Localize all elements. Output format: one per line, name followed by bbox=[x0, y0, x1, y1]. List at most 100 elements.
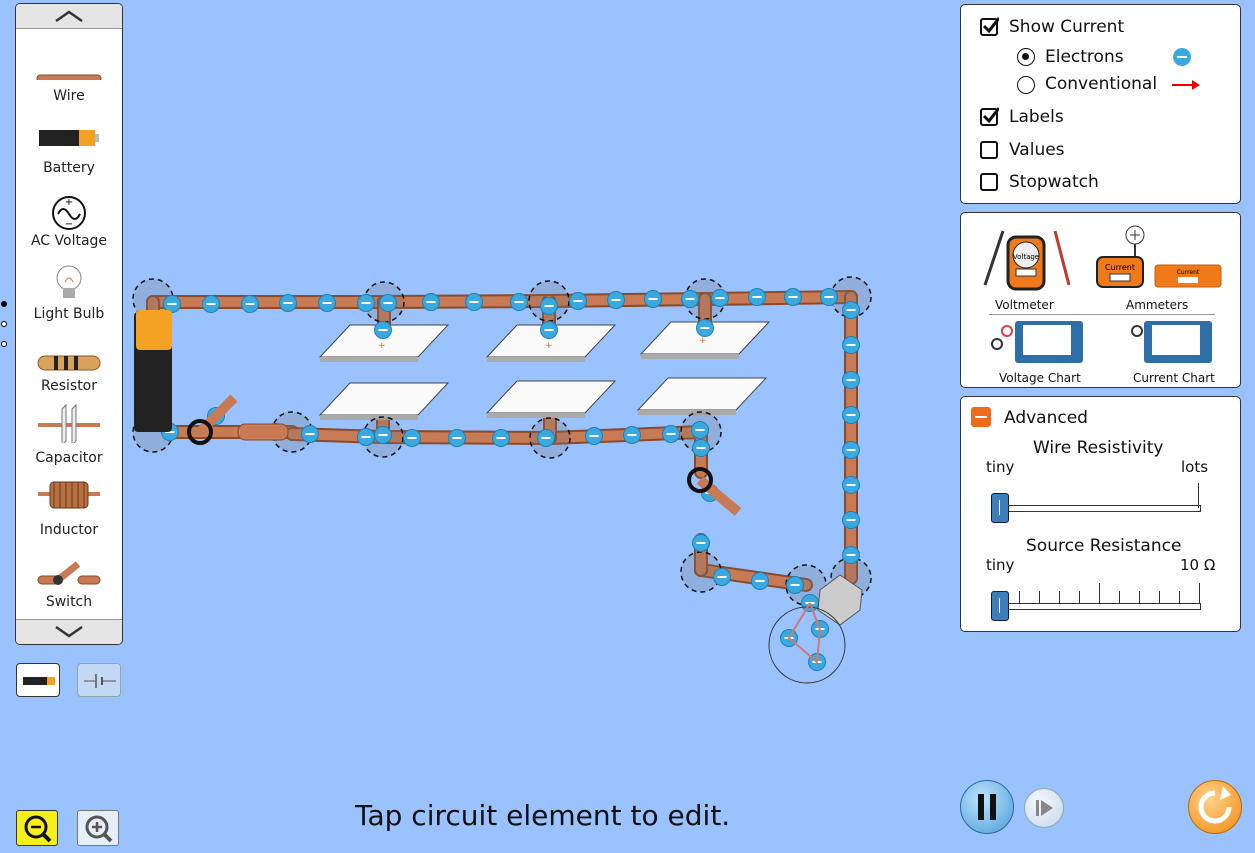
voltage-chart-tool[interactable]: Voltage Chart bbox=[987, 319, 1087, 387]
electron[interactable] bbox=[448, 429, 466, 447]
electron[interactable] bbox=[701, 484, 719, 502]
electron[interactable] bbox=[780, 629, 798, 647]
electron[interactable] bbox=[811, 620, 829, 638]
conventional-radio[interactable] bbox=[1017, 76, 1035, 94]
show-current-checkbox[interactable] bbox=[980, 17, 999, 36]
electron[interactable] bbox=[842, 546, 860, 564]
electron[interactable] bbox=[374, 426, 392, 444]
pause-button[interactable] bbox=[960, 780, 1014, 834]
capacitor-plate[interactable] bbox=[485, 380, 617, 414]
reset-all-button[interactable] bbox=[1188, 780, 1242, 834]
electron[interactable] bbox=[711, 289, 729, 307]
electron[interactable] bbox=[644, 290, 662, 308]
electron[interactable] bbox=[842, 476, 860, 494]
electron[interactable] bbox=[713, 568, 731, 586]
wire-vertex[interactable] bbox=[528, 280, 570, 322]
wire-resistivity-slider-thumb[interactable] bbox=[991, 493, 1009, 523]
electron[interactable] bbox=[784, 288, 802, 306]
electron[interactable] bbox=[623, 426, 641, 444]
electron[interactable] bbox=[144, 361, 162, 379]
electron[interactable] bbox=[691, 421, 709, 439]
electron[interactable] bbox=[357, 428, 375, 446]
values-checkbox[interactable] bbox=[980, 141, 998, 159]
electron[interactable] bbox=[585, 427, 603, 445]
electron[interactable] bbox=[820, 288, 838, 306]
electron[interactable] bbox=[842, 301, 860, 319]
toolbox-wire[interactable]: Wire bbox=[16, 48, 122, 104]
toolbox-ac-voltage[interactable]: + − AC Voltage bbox=[16, 189, 122, 249]
wire-vertex[interactable] bbox=[362, 416, 404, 458]
capacitor-plate[interactable] bbox=[636, 377, 768, 411]
wire[interactable] bbox=[696, 565, 811, 590]
switch-right[interactable] bbox=[687, 467, 742, 516]
wire-vertex[interactable] bbox=[684, 278, 726, 320]
electron[interactable] bbox=[241, 295, 259, 313]
stopwatch-checkbox[interactable] bbox=[980, 173, 998, 191]
zoom-out-button[interactable] bbox=[16, 810, 58, 846]
page-dot-3[interactable] bbox=[1, 341, 7, 347]
electron[interactable] bbox=[681, 290, 699, 308]
step-button[interactable] bbox=[1024, 788, 1064, 828]
electron[interactable] bbox=[379, 294, 397, 312]
wire-vertex[interactable] bbox=[680, 551, 722, 593]
electron[interactable] bbox=[540, 297, 558, 315]
electron[interactable] bbox=[301, 425, 319, 443]
electron[interactable] bbox=[357, 294, 375, 312]
electron[interactable] bbox=[145, 315, 163, 333]
electron[interactable] bbox=[607, 291, 625, 309]
wire-vertex[interactable] bbox=[529, 417, 571, 459]
wire[interactable] bbox=[379, 296, 554, 307]
electron[interactable] bbox=[422, 293, 440, 311]
electron[interactable] bbox=[163, 295, 181, 313]
capacitor-plate[interactable] bbox=[485, 324, 617, 358]
capacitor-plate[interactable] bbox=[318, 382, 450, 416]
electron[interactable] bbox=[374, 321, 392, 339]
toolbox-resistor[interactable]: Resistor bbox=[16, 334, 122, 394]
electron[interactable] bbox=[842, 371, 860, 389]
electron[interactable] bbox=[808, 653, 826, 671]
electron[interactable] bbox=[801, 594, 819, 612]
capacitor-plate[interactable] bbox=[639, 321, 771, 355]
electron[interactable] bbox=[202, 295, 220, 313]
current-chart-tool[interactable]: Current Chart bbox=[1127, 319, 1227, 387]
lifelike-view-button[interactable] bbox=[16, 663, 60, 697]
source-resistance-track[interactable] bbox=[999, 603, 1201, 610]
electron[interactable] bbox=[537, 429, 555, 447]
electron[interactable] bbox=[266, 423, 284, 441]
electron[interactable] bbox=[786, 576, 804, 594]
toolbox-capacitor[interactable]: Capacitor bbox=[16, 401, 122, 466]
ammeters-tool[interactable]: Current Current Ammeters bbox=[1095, 219, 1225, 312]
toolbox-switch[interactable]: Switch bbox=[16, 544, 122, 610]
toolbox-inductor[interactable]: Inductor bbox=[16, 472, 122, 538]
wire-vertex[interactable] bbox=[830, 557, 872, 599]
wire-vertex[interactable] bbox=[363, 281, 405, 323]
page-dot-1[interactable] bbox=[1, 301, 7, 307]
electron[interactable] bbox=[692, 534, 710, 552]
zoom-in-button[interactable] bbox=[77, 810, 119, 846]
electron[interactable] bbox=[696, 319, 714, 337]
wire-vertex[interactable] bbox=[132, 411, 174, 453]
wire-vertex[interactable] bbox=[785, 564, 827, 606]
toolbox-light-bulb[interactable]: Light Bulb bbox=[16, 260, 122, 322]
capacitor-plate[interactable] bbox=[318, 324, 450, 358]
electron[interactable] bbox=[842, 511, 860, 529]
schematic-view-button[interactable] bbox=[77, 663, 121, 697]
electron[interactable] bbox=[662, 425, 680, 443]
wire-resistivity-track[interactable] bbox=[999, 505, 1201, 512]
electron[interactable] bbox=[465, 293, 483, 311]
electron[interactable] bbox=[842, 336, 860, 354]
electron[interactable] bbox=[279, 294, 297, 312]
electron[interactable] bbox=[492, 429, 510, 447]
electron[interactable] bbox=[510, 293, 528, 311]
wire[interactable] bbox=[544, 294, 710, 306]
electron[interactable] bbox=[161, 423, 179, 441]
wire[interactable] bbox=[700, 292, 856, 304]
electron[interactable] bbox=[403, 429, 421, 447]
page-dot-2[interactable] bbox=[1, 321, 7, 327]
collapse-advanced-button[interactable] bbox=[971, 407, 991, 427]
wire[interactable] bbox=[287, 429, 388, 442]
electrons-radio[interactable] bbox=[1017, 48, 1035, 66]
toolbox-battery[interactable]: Battery bbox=[16, 116, 122, 176]
wire[interactable] bbox=[378, 432, 555, 443]
labels-checkbox[interactable] bbox=[980, 107, 999, 126]
